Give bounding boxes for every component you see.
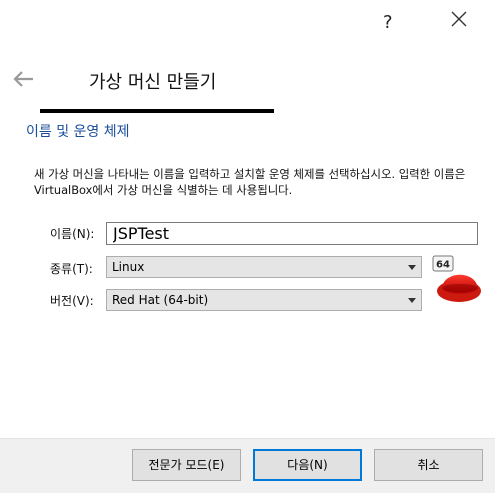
type-select[interactable]: Linux — [106, 256, 422, 278]
title-underline — [40, 109, 274, 113]
close-icon[interactable] — [450, 10, 468, 28]
next-button[interactable]: 다음(N) — [253, 449, 362, 481]
back-arrow-icon[interactable] — [12, 70, 34, 88]
version-select-value: Red Hat (64-bit) — [112, 293, 209, 307]
type-select-value: Linux — [112, 260, 145, 274]
cancel-button[interactable]: 취소 — [374, 449, 483, 481]
wizard-title: 가상 머신 만들기 — [89, 72, 217, 93]
version-label: 버전(V): — [50, 294, 94, 308]
expert-mode-button[interactable]: 전문가 모드(E) — [132, 449, 241, 481]
os-icon-badge: 64 — [436, 260, 450, 271]
name-label: 이름(N): — [50, 227, 95, 241]
help-button[interactable]: ? — [383, 12, 393, 33]
name-input[interactable] — [106, 222, 478, 245]
version-select[interactable]: Red Hat (64-bit) — [106, 289, 422, 311]
chevron-down-icon — [408, 298, 416, 303]
chevron-down-icon — [408, 265, 416, 270]
type-label: 종류(T): — [50, 262, 93, 276]
redhat-os-icon: 64 — [432, 255, 481, 302]
section-title: 이름 및 운영 체제 — [26, 124, 130, 140]
description-text: 새 가상 머신을 나타내는 이름을 입력하고 설치할 운영 체제를 선택하십시오… — [34, 167, 466, 197]
